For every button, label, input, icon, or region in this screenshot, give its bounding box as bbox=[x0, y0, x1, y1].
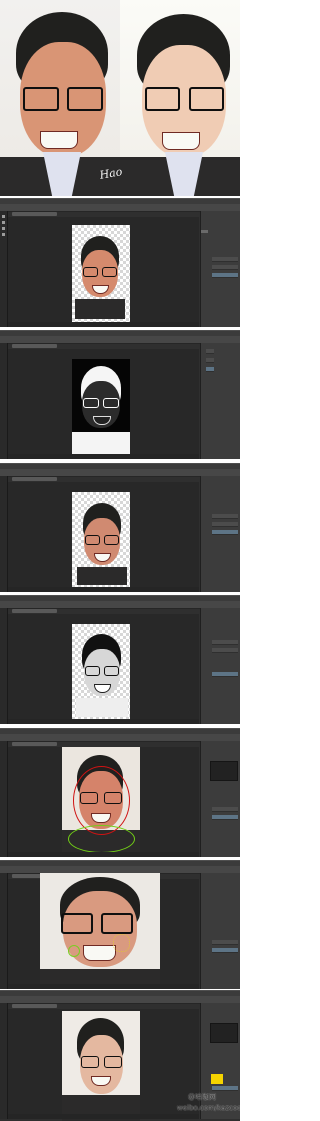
document-tab[interactable] bbox=[12, 742, 57, 746]
open-mouth bbox=[40, 131, 78, 149]
layer-row[interactable] bbox=[212, 257, 238, 262]
photoshop-step-4 bbox=[0, 595, 240, 724]
status-bar bbox=[8, 454, 199, 459]
document-tab[interactable] bbox=[12, 212, 57, 216]
inverted-portrait bbox=[72, 359, 130, 457]
photoshop-step-1 bbox=[0, 198, 240, 327]
active-layer-row[interactable] bbox=[212, 1086, 238, 1091]
photoshop-step-7: @哈咖网 weibo.com/kazcool bbox=[0, 990, 240, 1121]
right-glass-lens bbox=[102, 267, 117, 277]
before-after-comparison: Hao bbox=[0, 0, 240, 196]
open-mouth bbox=[83, 945, 116, 961]
status-bar bbox=[8, 852, 199, 857]
histogram-panel bbox=[210, 1023, 238, 1043]
status-bar bbox=[8, 984, 199, 989]
left-glass-lens bbox=[23, 87, 59, 111]
left-glass-lens bbox=[145, 87, 180, 111]
adjustment-row[interactable] bbox=[206, 358, 214, 363]
status-bar bbox=[8, 719, 199, 724]
right-glass-lens bbox=[104, 666, 119, 676]
masked-portrait bbox=[62, 747, 140, 857]
brush-tool-icon[interactable] bbox=[2, 233, 5, 236]
grayscale-portrait bbox=[76, 628, 128, 717]
dark-jacket bbox=[75, 299, 125, 319]
right-panel-dock bbox=[200, 741, 240, 857]
document-tab[interactable] bbox=[12, 477, 57, 481]
status-bar bbox=[8, 1114, 199, 1119]
right-glass-lens bbox=[103, 398, 119, 408]
left-glass-lens bbox=[61, 913, 93, 934]
document-tab[interactable] bbox=[12, 609, 57, 613]
left-glass-lens bbox=[85, 535, 100, 545]
active-layer-row[interactable] bbox=[212, 815, 238, 820]
right-panel-dock bbox=[200, 608, 240, 724]
photoshop-step-5 bbox=[0, 728, 240, 857]
weibo-watermark: @哈咖网 bbox=[188, 1093, 216, 1101]
active-layer-row[interactable] bbox=[212, 672, 238, 677]
right-glass-lens bbox=[67, 87, 103, 111]
adjustment-row[interactable] bbox=[206, 349, 214, 354]
layer-row[interactable] bbox=[212, 807, 238, 812]
active-layer-row[interactable] bbox=[212, 530, 238, 535]
green-selection-outline bbox=[68, 825, 135, 853]
highlight-badge bbox=[211, 1074, 223, 1084]
final-portrait bbox=[62, 1011, 140, 1121]
status-bar bbox=[8, 322, 199, 327]
right-glass-lens bbox=[101, 913, 133, 934]
tools-panel bbox=[0, 741, 8, 857]
document-tab[interactable] bbox=[12, 1004, 57, 1008]
selected-channel-row[interactable] bbox=[206, 367, 214, 372]
layer-row[interactable] bbox=[212, 640, 238, 645]
left-glass-lens bbox=[85, 666, 100, 676]
histogram-panel bbox=[210, 761, 238, 781]
right-glass-lens bbox=[104, 1056, 122, 1068]
layer-row[interactable] bbox=[212, 648, 238, 653]
dark-jacket bbox=[77, 567, 127, 585]
right-glass-lens bbox=[104, 535, 119, 545]
layer-row[interactable] bbox=[212, 265, 238, 270]
photoshop-step-6 bbox=[0, 860, 240, 989]
lasso-tool-icon[interactable] bbox=[2, 227, 5, 230]
zoomed-portrait bbox=[40, 873, 160, 989]
active-layer-row[interactable] bbox=[212, 273, 238, 278]
right-glass-lens bbox=[189, 87, 224, 111]
document-tab[interactable] bbox=[12, 344, 57, 348]
open-mouth bbox=[162, 132, 200, 150]
extracted-portrait bbox=[75, 229, 125, 319]
before-photo bbox=[0, 0, 120, 196]
tools-panel bbox=[0, 608, 8, 724]
layer-row[interactable] bbox=[212, 514, 238, 519]
photoshop-step-2 bbox=[0, 330, 240, 459]
retouched-portrait bbox=[77, 497, 127, 585]
move-tool-icon[interactable] bbox=[2, 215, 5, 218]
spot-selection-marker bbox=[113, 934, 130, 952]
right-panel-dock bbox=[200, 873, 240, 989]
status-bar bbox=[8, 587, 199, 592]
light-jacket bbox=[76, 698, 128, 717]
photoshop-step-3 bbox=[0, 463, 240, 592]
left-glass-lens bbox=[81, 1056, 99, 1068]
tools-panel bbox=[0, 476, 8, 592]
healing-brush-marker bbox=[68, 945, 80, 957]
left-glass-lens bbox=[83, 398, 99, 408]
panel-mini-row[interactable] bbox=[201, 230, 208, 233]
active-layer-row[interactable] bbox=[212, 948, 238, 953]
tools-panel bbox=[0, 1003, 8, 1119]
tools-panel bbox=[0, 343, 8, 459]
tools-panel bbox=[0, 873, 8, 989]
left-glass-lens bbox=[83, 267, 98, 277]
layer-row[interactable] bbox=[212, 522, 238, 527]
tools-panel bbox=[0, 211, 8, 327]
layer-row[interactable] bbox=[212, 940, 238, 945]
site-watermark: weibo.com/kazcool bbox=[177, 1104, 240, 1112]
marquee-tool-icon[interactable] bbox=[2, 221, 5, 224]
